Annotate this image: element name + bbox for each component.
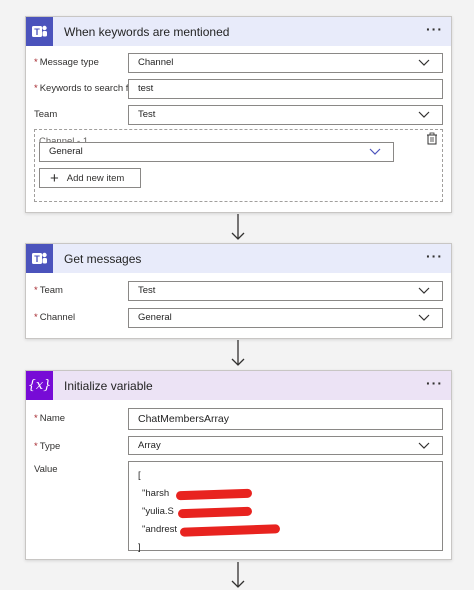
svg-text:T: T <box>34 27 40 37</box>
more-icon[interactable]: ··· <box>426 248 443 264</box>
chevron-down-icon <box>418 111 430 118</box>
redaction-mark <box>175 488 253 501</box>
teams-icon: T <box>26 244 53 273</box>
redaction-mark <box>179 524 281 537</box>
name-label: * Name <box>34 413 66 424</box>
chevron-down-icon <box>418 287 430 294</box>
card-title: Initialize variable <box>64 378 153 393</box>
team-value: Test <box>138 109 156 120</box>
value-line: [ <box>138 470 141 481</box>
message-type-dropdown[interactable]: Channel <box>128 53 443 73</box>
arrow-down-icon <box>231 214 245 240</box>
trigger-card-keywords: T When keywords are mentioned ··· * Messa… <box>25 16 452 213</box>
action-card-initialize-variable: {x} Initialize variable ··· * Name ChatMe… <box>25 370 452 560</box>
value-line: "andrest <box>138 522 442 540</box>
channel-value: General <box>49 146 83 157</box>
action-card-get-messages: T Get messages ··· * Team Test * Channel G… <box>25 243 452 339</box>
arrow-down-icon <box>231 562 245 588</box>
channel-dropdown[interactable]: General <box>128 308 443 328</box>
keywords-label: * Keywords to search for <box>34 83 137 94</box>
card-title: When keywords are mentioned <box>64 24 230 39</box>
card-title: Get messages <box>64 251 142 266</box>
variable-icon: {x} <box>26 371 53 400</box>
arrow-down-icon <box>231 340 245 366</box>
team-dropdown[interactable]: Test <box>128 281 443 301</box>
team-value: Test <box>138 285 156 296</box>
channel-array-box: Channel - 1 General + Add new item <box>34 129 443 202</box>
keywords-input[interactable]: test <box>128 79 443 99</box>
more-icon[interactable]: ··· <box>426 21 443 37</box>
team-dropdown[interactable]: Test <box>128 105 443 125</box>
value-line: "yulia.S <box>138 504 442 522</box>
channel-dropdown[interactable]: General <box>39 142 394 162</box>
type-value: Array <box>138 440 161 451</box>
value-line: ] <box>138 542 141 553</box>
value-line: "harsh <box>138 486 442 504</box>
name-value: ChatMembersArray <box>138 413 230 425</box>
team-label: Team <box>34 109 58 120</box>
more-icon[interactable]: ··· <box>426 375 443 391</box>
delete-icon[interactable] <box>426 132 438 145</box>
trigger-card-header[interactable]: T When keywords are mentioned ··· <box>26 17 451 46</box>
plus-icon: + <box>50 169 59 187</box>
value-label: Value <box>34 464 58 475</box>
svg-text:T: T <box>34 254 40 264</box>
chevron-down-icon <box>418 59 430 66</box>
add-new-item-label: Add new item <box>66 172 125 184</box>
message-type-label: * Message type <box>34 57 99 68</box>
keywords-value: test <box>138 83 154 94</box>
channel-label: * Channel <box>34 312 76 323</box>
get-messages-header[interactable]: T Get messages ··· <box>26 244 451 273</box>
teams-icon: T <box>26 17 53 46</box>
type-dropdown[interactable]: Array <box>128 436 443 455</box>
type-label: * Type <box>34 441 61 452</box>
redaction-mark <box>177 506 253 519</box>
initialize-variable-header[interactable]: {x} Initialize variable ··· <box>26 371 451 400</box>
message-type-value: Channel <box>138 57 174 68</box>
name-input[interactable]: ChatMembersArray <box>128 408 443 430</box>
value-textarea[interactable]: [ "harsh "yulia.S "andrest ] <box>128 461 443 553</box>
chevron-down-icon <box>369 148 381 155</box>
team-label: * Team <box>34 285 63 296</box>
chevron-down-icon <box>418 442 430 449</box>
channel-value: General <box>138 312 172 323</box>
add-new-item-button[interactable]: + Add new item <box>39 168 141 188</box>
chevron-down-icon <box>418 314 430 321</box>
